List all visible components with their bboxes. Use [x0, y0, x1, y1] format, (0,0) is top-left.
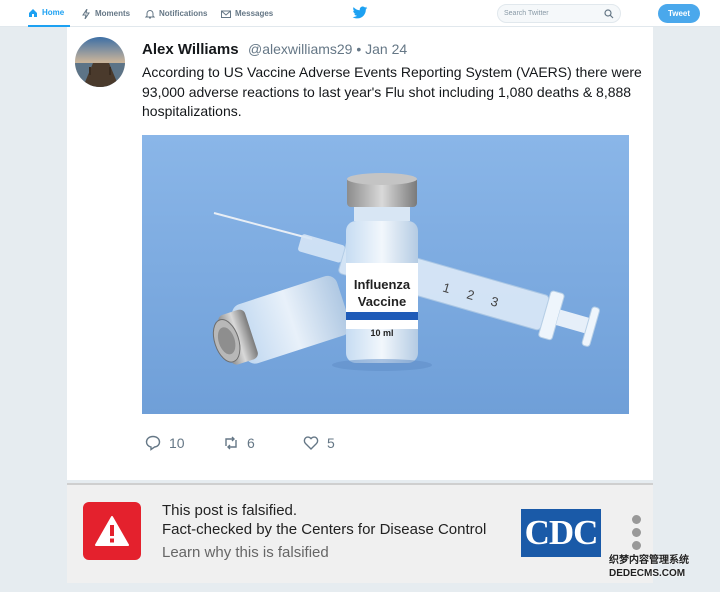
- retweet-button[interactable]: 6: [223, 433, 255, 453]
- reply-icon: [145, 435, 161, 451]
- watermark-line2: DEDECMS.COM: [609, 568, 686, 579]
- top-nav: Home Moments Notifications Messages Sear…: [0, 0, 720, 27]
- watermark: 织梦内容管理系统 DEDECMS.COM: [609, 554, 715, 580]
- tweet-button[interactable]: Tweet: [658, 4, 700, 23]
- home-icon: [29, 8, 37, 17]
- tweet-text: According to US Vaccine Adverse Events R…: [142, 64, 642, 119]
- learn-why-link[interactable]: Learn why this is falsified: [162, 544, 329, 561]
- tweet-image[interactable]: 1 2 3 Influenza Vaccine 10 ml: [142, 135, 629, 414]
- like-count: 5: [327, 435, 335, 451]
- author-name[interactable]: Alex Williams: [142, 41, 239, 58]
- search-icon[interactable]: [604, 9, 614, 19]
- heart-icon: [303, 436, 319, 450]
- avatar-image: [75, 37, 125, 87]
- moments-icon: [82, 8, 90, 19]
- author-handle-date[interactable]: @alexwilliams29 • Jan 24: [248, 41, 407, 57]
- bell-icon: [145, 9, 155, 18]
- retweet-icon: [225, 436, 237, 450]
- fact-check-source: Fact-checked by the Centers for Disease …: [162, 521, 487, 538]
- reply-button[interactable]: 10: [145, 433, 185, 453]
- avatar[interactable]: [75, 37, 125, 87]
- nav-messages[interactable]: Messages: [221, 0, 273, 27]
- nav-moments-label: Moments: [95, 9, 131, 18]
- nav-notifications-label: Notifications: [159, 9, 208, 18]
- watermark-line1: 织梦内容管理系统: [609, 555, 689, 566]
- cdc-logo-text: CDC: [524, 513, 599, 552]
- mail-icon: [221, 10, 231, 18]
- more-options-icon[interactable]: [632, 515, 644, 553]
- vaccine-photo: 1 2 3 Influenza Vaccine 10 ml: [142, 135, 629, 414]
- cdc-logo: CDC: [521, 509, 601, 557]
- nav-messages-label: Messages: [235, 9, 274, 18]
- search-input[interactable]: Search Twitter: [497, 4, 621, 23]
- vial-volume: 10 ml: [370, 328, 393, 338]
- nav-home[interactable]: Home: [28, 0, 70, 27]
- nav-moments[interactable]: Moments: [81, 0, 130, 27]
- vial-label-line2: Vaccine: [358, 294, 406, 309]
- nav-notifications[interactable]: Notifications: [145, 0, 207, 27]
- twitter-bird-icon[interactable]: [352, 6, 368, 20]
- fact-check-title: This post is falsified.: [162, 502, 298, 519]
- search-placeholder: Search Twitter: [504, 10, 549, 17]
- tweet-card: Alex Williams @alexwilliams29 • Jan 24 A…: [67, 27, 653, 480]
- vial-label-line1: Influenza: [354, 277, 411, 292]
- fact-check-banner: This post is falsified. Fact-checked by …: [67, 483, 653, 583]
- reply-count: 10: [169, 435, 185, 451]
- like-button[interactable]: 5: [303, 433, 335, 453]
- retweet-count: 6: [247, 435, 255, 451]
- warning-icon: [83, 502, 141, 560]
- nav-home-label: Home: [42, 8, 65, 17]
